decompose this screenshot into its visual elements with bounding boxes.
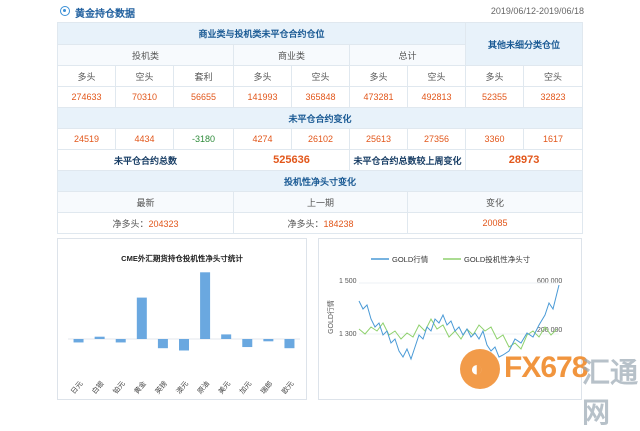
net-title: 投机性净头寸变化: [56, 170, 584, 192]
weekly-change-value: 28973: [465, 149, 584, 171]
date-range: 2019/06/12-2019/06/18: [490, 6, 584, 16]
bar: [221, 334, 232, 339]
col-label: 空头: [406, 65, 467, 87]
other-title: 其他未细分类仓位: [465, 22, 584, 66]
weekly-change-label: 未平仓合约总数较上周变化: [348, 149, 467, 171]
bar: [284, 339, 295, 349]
gold-position-table: 商业类与投机类未平仓合约仓位 其他未细分类仓位 投机类 商业类 总计 多头 空头…: [56, 22, 584, 234]
change-title: 未平仓合约变化: [56, 107, 584, 129]
col-label: 多头: [465, 65, 525, 87]
bar: [94, 336, 105, 339]
change-value: 25613: [349, 128, 408, 150]
right-tick: 600 000: [537, 278, 562, 285]
position-value: 70310: [115, 86, 174, 108]
bar: [73, 339, 84, 343]
page-header: 黄金持仓数据 2019/06/12-2019/06/18: [0, 0, 640, 22]
brand-logo-icon: [460, 349, 500, 389]
watermark-brand: FX678: [504, 351, 588, 384]
bar: [200, 272, 211, 339]
bar-tick-label: 黄金: [132, 379, 148, 396]
change-value: 27356: [406, 128, 467, 150]
bar-tick-label: 白银: [90, 379, 106, 396]
position-value: 365848: [291, 86, 350, 108]
bar: [179, 339, 189, 351]
watermark: FX678 汇通网: [460, 345, 638, 428]
bar-chart-svg: 日元 白银 铂元 黄金 英镑 澳元 原油 美元 加元 瑞郎 欧元: [68, 272, 300, 396]
total-value: 525636: [233, 149, 350, 171]
bar-tick-label: 日元: [69, 380, 84, 396]
position-value: 56655: [173, 86, 234, 108]
net-header-previous: 上一期: [233, 191, 408, 213]
position-value: 52355: [465, 86, 525, 108]
bar-tick-label: 原油: [195, 379, 211, 396]
bar-tick-label: 铂元: [111, 379, 127, 396]
sub-group-total: 总计: [348, 44, 467, 66]
position-value: 473281: [349, 86, 408, 108]
col-label: 多头: [233, 65, 292, 87]
col-label: 多头: [57, 65, 116, 87]
sub-group-spec: 投机类: [57, 44, 234, 66]
change-value: 4274: [233, 128, 292, 150]
net-header-change: 变化: [406, 191, 584, 213]
bar: [136, 297, 147, 339]
change-value: -3180: [173, 128, 234, 150]
position-value: 274633: [57, 86, 116, 108]
col-label: 空头: [115, 65, 174, 87]
legend-gold: GOLD行情: [392, 254, 429, 264]
left-tick: 1 500: [339, 278, 357, 285]
position-value: 32823: [523, 86, 584, 108]
bar: [263, 339, 274, 342]
net-position-bar-chart: CME外汇期货持仓投机性净头寸统计 日元 白银 铂元 黄金 英镑 澳元 原油 美元 加元 瑞郎 欧元: [57, 238, 307, 400]
total-label: 未平仓合约总数: [57, 149, 234, 171]
change-value: 26102: [291, 128, 350, 150]
page-title: 黄金持仓数据: [75, 9, 135, 20]
net-latest: 净多头：204323: [57, 212, 234, 234]
col-label: 空头: [291, 65, 350, 87]
bar-tick-label: 欧元: [280, 379, 296, 396]
group-title: 商业类与投机类未平仓合约仓位: [56, 22, 467, 45]
col-label: 套利: [173, 65, 234, 87]
net-header-latest: 最新: [57, 191, 234, 213]
position-value: 492813: [406, 86, 467, 108]
col-label: 多头: [349, 65, 408, 87]
bar-tick-label: 英镑: [153, 379, 169, 396]
bar-tick-label: 澳元: [174, 379, 190, 396]
bar-tick-label: 美元: [216, 379, 232, 396]
bar-tick-label: 加元: [237, 379, 253, 396]
bar: [242, 339, 253, 348]
bar: [157, 339, 168, 349]
change-value: 3360: [465, 128, 525, 150]
bar-tick-label: 瑞郎: [259, 379, 275, 396]
watermark-cn: 汇通网: [582, 357, 639, 428]
bar: [115, 339, 126, 343]
position-value: 141993: [233, 86, 292, 108]
circle-dot-icon: [60, 6, 70, 16]
change-value: 1617: [523, 128, 584, 150]
y-axis-label: GOLD行情: [326, 300, 335, 334]
left-tick: 1 300: [339, 331, 357, 338]
sub-group-comm: 商业类: [233, 44, 350, 66]
legend-net: GOLD投机性净头寸: [464, 254, 531, 264]
change-value: 24519: [57, 128, 116, 150]
col-label: 空头: [523, 65, 584, 87]
change-value: 4434: [115, 128, 174, 150]
net-previous: 净多头：184238: [233, 212, 408, 234]
net-change: 20085: [406, 212, 584, 234]
